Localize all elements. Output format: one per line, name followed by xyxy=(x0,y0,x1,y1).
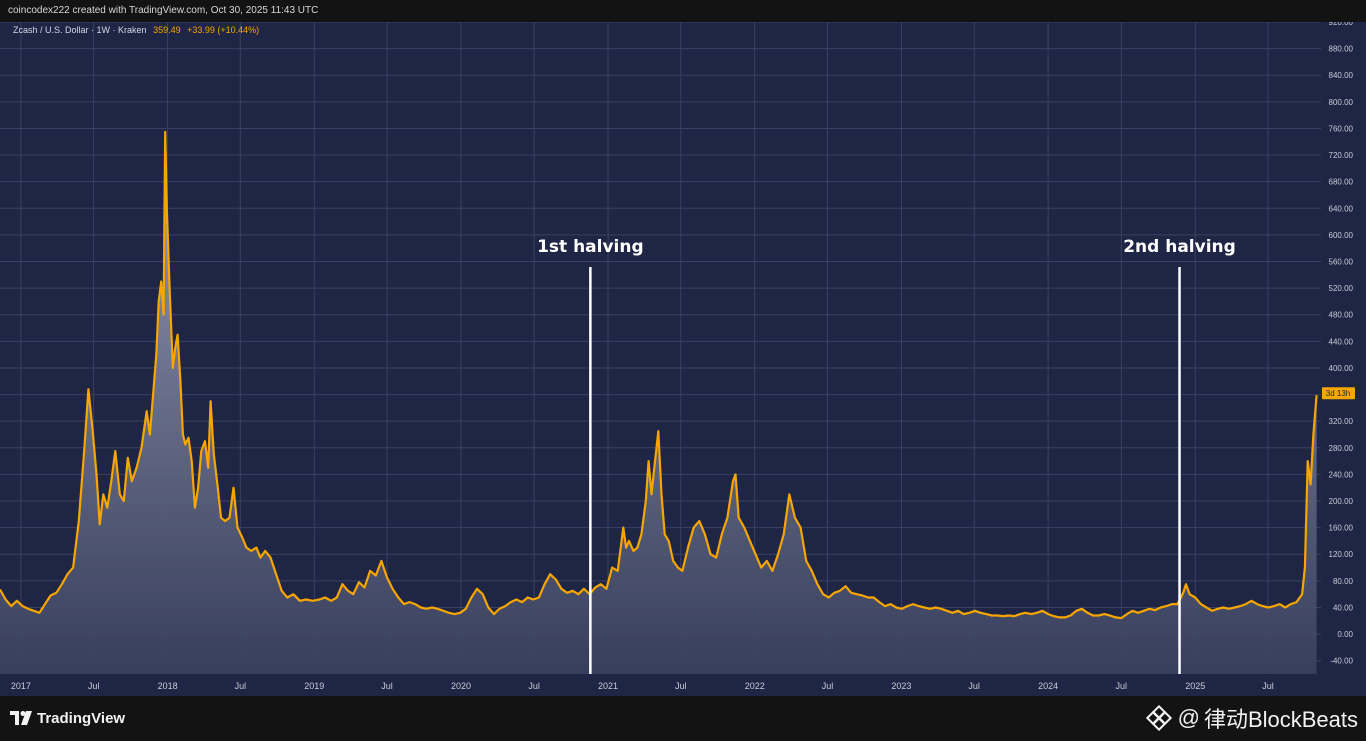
price-tick-label: 80.00 xyxy=(1333,577,1354,586)
price-tick-label: 520.00 xyxy=(1329,284,1354,293)
time-tick-label: 2023 xyxy=(891,681,911,691)
blockbeats-brand: 律动BlockBeats xyxy=(1203,707,1358,732)
price-countdown-badge: 3d 13h xyxy=(1322,387,1355,400)
time-tick-label: 2020 xyxy=(451,681,471,691)
price-tick-label: 920.00 xyxy=(1329,22,1354,27)
price-tick-label: 760.00 xyxy=(1329,124,1354,133)
price-tick-label: 880.00 xyxy=(1329,45,1354,54)
time-tick-label: Jul xyxy=(1262,681,1274,691)
time-tick-label: 2024 xyxy=(1038,681,1058,691)
time-tick-label: Jul xyxy=(528,681,540,691)
tradingview-icon xyxy=(10,711,32,725)
time-tick-label: Jul xyxy=(88,681,100,691)
footer: TradingView @ 律动BlockBeats xyxy=(0,696,1366,741)
time-tick-label: Jul xyxy=(1116,681,1128,691)
price-tick-label: 840.00 xyxy=(1329,71,1354,80)
price-tick-label: 280.00 xyxy=(1329,444,1354,453)
binance-diamond-icon xyxy=(1145,705,1172,731)
price-tick-label: -40.00 xyxy=(1330,657,1353,666)
time-tick-label: 2019 xyxy=(304,681,324,691)
time-tick-label: 2018 xyxy=(158,681,178,691)
price-axis[interactable] xyxy=(1321,22,1366,696)
price-tick-label: 400.00 xyxy=(1329,364,1354,373)
tradingview-logo[interactable]: TradingView xyxy=(10,709,125,727)
at-sign: @ xyxy=(1177,705,1200,730)
price-tick-label: 40.00 xyxy=(1333,603,1354,612)
time-tick-label: Jul xyxy=(822,681,834,691)
price-tick-label: 200.00 xyxy=(1329,497,1354,506)
price-tick-label: 0.00 xyxy=(1337,630,1353,639)
blockbeats-watermark: @ 律动BlockBeats xyxy=(1145,704,1358,732)
price-tick-label: 680.00 xyxy=(1329,178,1354,187)
time-tick-label: Jul xyxy=(675,681,687,691)
price-tick-label: 600.00 xyxy=(1329,231,1354,240)
attribution-text: coincodex222 created with TradingView.co… xyxy=(8,5,319,16)
price-tick-label: 560.00 xyxy=(1329,258,1354,267)
halving-label: 2nd halving xyxy=(1123,237,1236,257)
time-tick-label: 2022 xyxy=(745,681,765,691)
tradingview-wordmark: TradingView xyxy=(37,709,126,727)
chart-legend[interactable]: Zcash / U.S. Dollar · 1W · Kraken 359.49… xyxy=(13,25,259,35)
time-tick-label: 2025 xyxy=(1185,681,1205,691)
price-chart[interactable]: 1st halving 2nd halving -40.00 0.00 40.00 80… xyxy=(0,22,1366,696)
time-tick-label: 2021 xyxy=(598,681,618,691)
price-tick-label: 240.00 xyxy=(1329,470,1354,479)
last-price: 359.49 xyxy=(153,25,181,35)
time-tick-label: Jul xyxy=(968,681,980,691)
price-tick-label: 800.00 xyxy=(1329,98,1354,107)
price-tick-label: 480.00 xyxy=(1329,311,1354,320)
price-tick-label: 120.00 xyxy=(1329,550,1354,559)
time-tick-label: Jul xyxy=(235,681,247,691)
countdown-text: 3d 13h xyxy=(1326,389,1350,398)
price-tick-label: 160.00 xyxy=(1329,524,1354,533)
price-tick-label: 440.00 xyxy=(1329,337,1354,346)
time-tick-label: Jul xyxy=(381,681,393,691)
symbol-title: Zcash / U.S. Dollar · 1W · Kraken xyxy=(13,25,147,35)
price-tick-label: 320.00 xyxy=(1329,417,1354,426)
chart-attribution-bar: coincodex222 created with TradingView.co… xyxy=(0,0,1366,22)
price-change: +33.99 (+10.44%) xyxy=(187,25,260,35)
price-tick-label: 640.00 xyxy=(1329,204,1354,213)
time-tick-label: 2017 xyxy=(11,681,31,691)
halving-label: 1st halving xyxy=(537,237,644,257)
price-tick-label: 720.00 xyxy=(1329,151,1354,160)
